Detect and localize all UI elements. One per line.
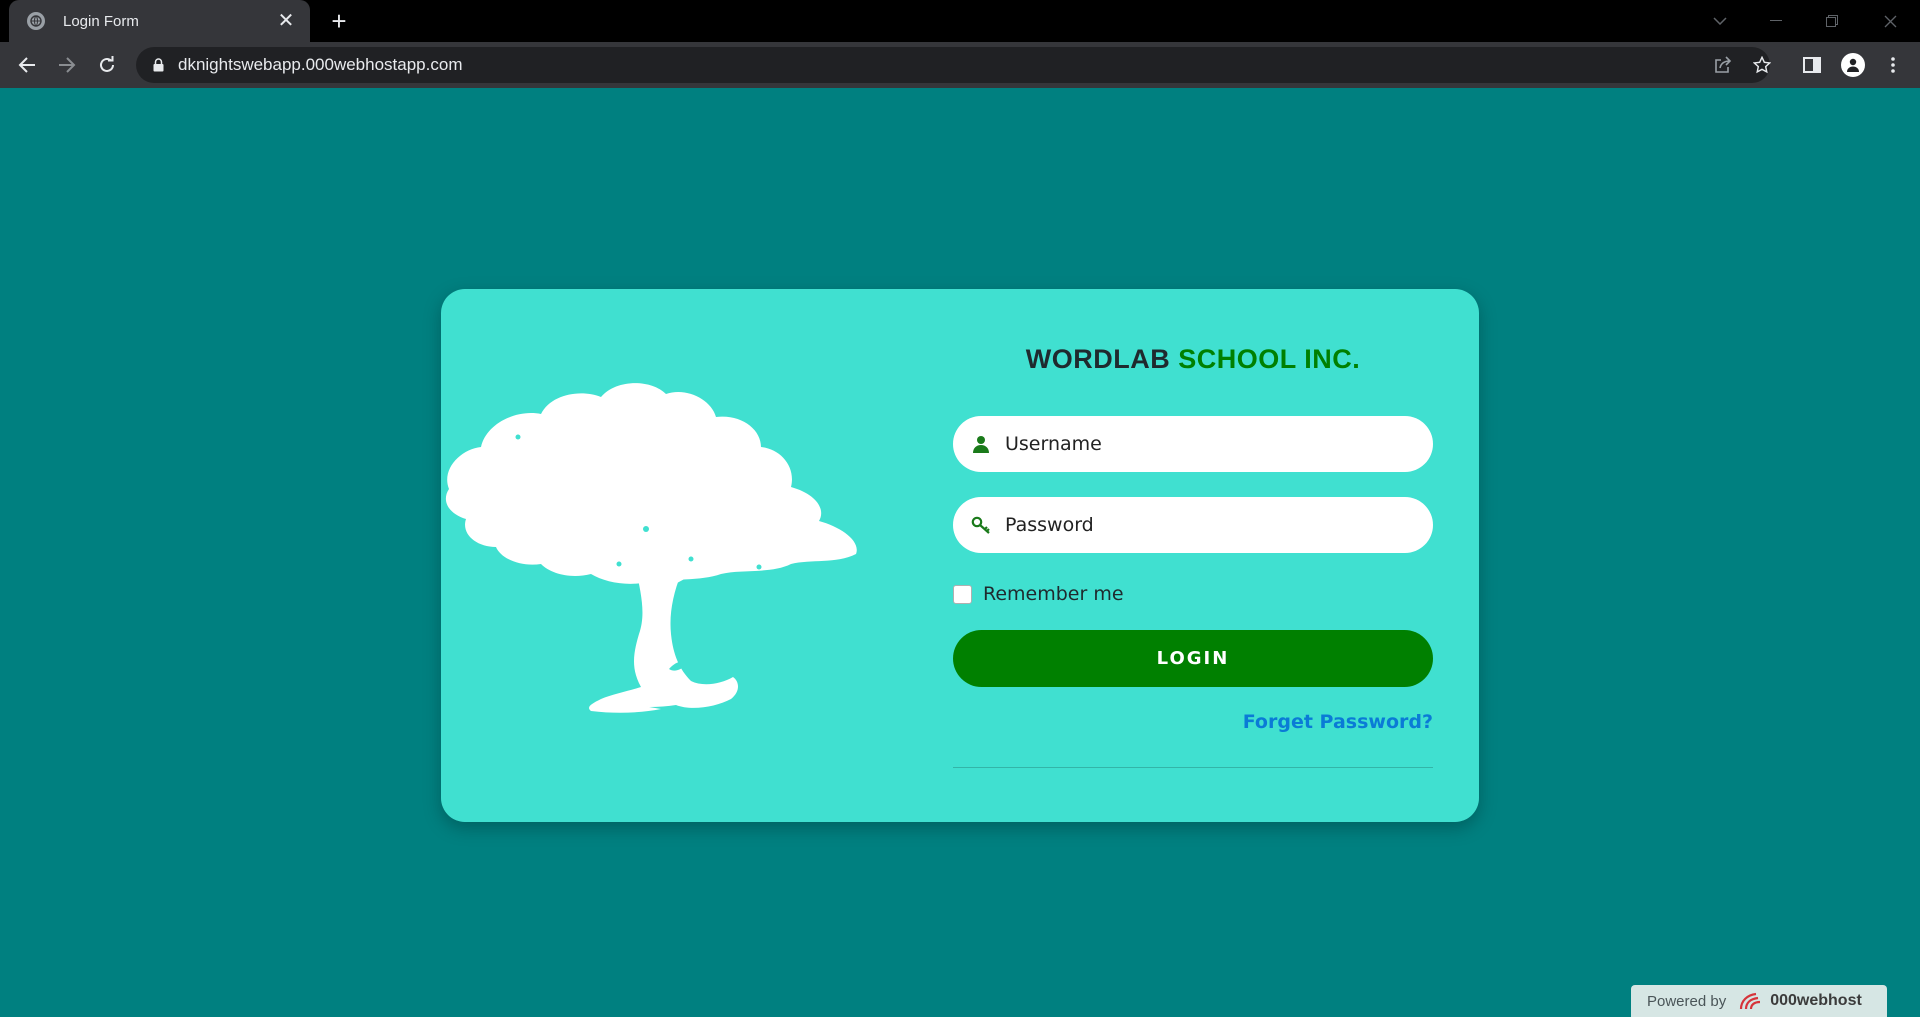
forgot-password-link[interactable]: Forget Password?	[1243, 711, 1433, 733]
url-text: dknightswebapp.000webhostapp.com	[178, 55, 463, 74]
user-icon	[971, 434, 991, 454]
minimize-icon[interactable]	[1748, 0, 1804, 42]
back-arrow-icon[interactable]	[12, 50, 42, 80]
globe-icon	[27, 12, 45, 30]
login-card: WORDLAB SCHOOL INC. Remember me LOGIN Fo…	[441, 289, 1479, 822]
close-window-icon[interactable]	[1862, 0, 1918, 42]
remember-me-row: Remember me	[953, 583, 1124, 605]
key-icon	[971, 515, 991, 535]
login-button[interactable]: LOGIN	[953, 630, 1433, 687]
brand-title-part1: WORDLAB	[1025, 344, 1171, 374]
tab-title: Login Form	[63, 12, 139, 30]
new-tab-button[interactable]: +	[324, 6, 354, 36]
tab-close-icon[interactable]: ✕	[276, 11, 296, 31]
brand-title: WORDLAB SCHOOL INC.	[953, 344, 1433, 375]
address-bar[interactable]: dknightswebapp.000webhostapp.com	[136, 47, 1770, 83]
password-input[interactable]	[1005, 514, 1405, 536]
lock-icon	[150, 57, 166, 73]
browser-tab-bar: Login Form ✕ +	[0, 0, 1920, 42]
share-icon[interactable]	[1708, 50, 1738, 80]
webhost-logo-icon	[1740, 992, 1761, 1010]
restore-icon[interactable]	[1804, 0, 1860, 42]
powered-by-text: Powered by	[1647, 992, 1727, 1010]
password-field[interactable]	[953, 497, 1433, 553]
tree-illustration	[445, 383, 857, 713]
brand-title-part2: SCHOOL INC.	[1178, 344, 1361, 374]
login-form: WORDLAB SCHOOL INC. Remember me LOGIN Fo…	[953, 289, 1433, 822]
forward-arrow-icon[interactable]	[52, 50, 82, 80]
remember-me-label[interactable]: Remember me	[983, 583, 1124, 605]
form-divider	[953, 767, 1433, 768]
bookmark-star-icon[interactable]	[1747, 50, 1777, 80]
side-panel-icon[interactable]	[1797, 50, 1827, 80]
kebab-menu-icon[interactable]	[1878, 50, 1908, 80]
reload-icon[interactable]	[92, 50, 122, 80]
username-field[interactable]	[953, 416, 1433, 472]
profile-avatar-icon[interactable]	[1838, 50, 1868, 80]
username-input[interactable]	[1005, 433, 1405, 455]
powered-by-badge[interactable]: Powered by 000webhost	[1631, 985, 1887, 1017]
remember-me-checkbox[interactable]	[953, 584, 972, 604]
tab-search-icon[interactable]	[1692, 0, 1748, 42]
browser-tab[interactable]: Login Form ✕	[9, 0, 310, 42]
webhost-brand-name: 000webhost	[1770, 992, 1862, 1009]
browser-toolbar: dknightswebapp.000webhostapp.com	[0, 42, 1920, 88]
